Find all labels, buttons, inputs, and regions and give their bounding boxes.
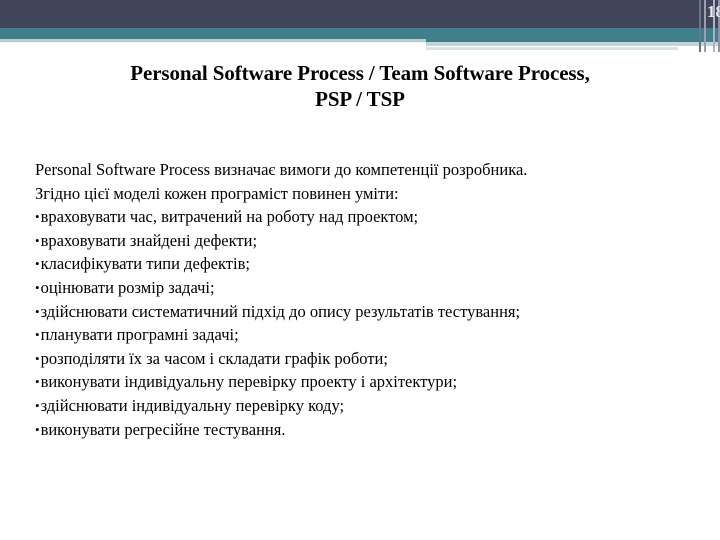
- list-item: •здійснювати індивідуальну перевірку код…: [35, 394, 687, 418]
- banner-vertical-stripe-1: [699, 0, 701, 52]
- list-item: •класифікувати типи дефектів;: [35, 252, 687, 276]
- list-item-label: здійснювати індивідуальну перевірку коду…: [40, 395, 345, 415]
- slide-title: Personal Software Process / Team Softwar…: [36, 60, 684, 112]
- banner-rule-left: [0, 39, 426, 42]
- banner-teal-band-right: [426, 28, 720, 42]
- bullet-icon: •: [35, 303, 40, 319]
- page-number: 18: [707, 2, 720, 21]
- list-item-label: виконувати індивідуальну перевірку проек…: [40, 372, 458, 392]
- list-item-label: враховувати знайдені дефекти;: [40, 230, 258, 250]
- list-item: •планувати програмні задачі;: [35, 323, 687, 347]
- list-item: •враховувати знайдені дефекти;: [35, 229, 687, 253]
- bullet-icon: •: [35, 256, 40, 272]
- bullet-icon: •: [35, 397, 40, 413]
- list-item-label: виконувати регресійне тестування.: [40, 419, 286, 439]
- list-item-label: враховувати час, витрачений на роботу на…: [40, 207, 419, 227]
- requirements-list: •враховувати час, витрачений на роботу н…: [35, 205, 687, 441]
- list-item-label: здійснювати систематичний підхід до опис…: [40, 301, 521, 321]
- slide: 18 Personal Software Process / Team Soft…: [0, 0, 720, 540]
- bullet-icon: •: [35, 421, 40, 437]
- slide-title-line-1: Personal Software Process / Team Softwar…: [130, 61, 590, 85]
- banner-rule-right-lower: [426, 47, 678, 50]
- list-item: •враховувати час, витрачений на роботу н…: [35, 205, 687, 229]
- bullet-icon: •: [35, 209, 40, 225]
- list-item: •виконувати індивідуальну перевірку прое…: [35, 370, 687, 394]
- intro-paragraph-text: Personal Software Process визначає вимог…: [35, 160, 528, 179]
- list-item: •здійснювати систематичний підхід до опи…: [35, 300, 687, 324]
- bullet-icon: •: [35, 374, 40, 390]
- list-item-label: оцінювати розмір задачі;: [40, 277, 215, 297]
- list-item-label: розподіляти їх за часом і складати графі…: [40, 348, 388, 368]
- bullet-icon: •: [35, 350, 40, 366]
- bullet-icon: •: [35, 327, 40, 343]
- list-item-label: класифікувати типи дефектів;: [40, 254, 250, 274]
- list-item: •оцінювати розмір задачі;: [35, 276, 687, 300]
- slide-title-line-2: PSP / TSP: [315, 87, 405, 111]
- list-item: •виконувати регресійне тестування.: [35, 418, 687, 442]
- banner-dark-band: [0, 0, 720, 28]
- banner-rule-right-upper: [426, 42, 720, 46]
- list-item: •розподіляти їх за часом і складати граф…: [35, 347, 687, 371]
- intro-paragraph: Personal Software Process визначає вимог…: [35, 158, 687, 182]
- slide-body: Personal Software Process визначає вимог…: [35, 158, 687, 441]
- list-item-label: планувати програмні задачі;: [40, 325, 239, 345]
- slide-header-banner: 18: [0, 0, 720, 56]
- bullet-icon: •: [35, 232, 40, 248]
- lead-in-line: Згідно цієї моделі кожен програміст пови…: [35, 183, 399, 203]
- banner-hairline-rule: [0, 42, 426, 43]
- bullet-icon: •: [35, 279, 40, 295]
- banner-vertical-stripe-2: [704, 0, 706, 52]
